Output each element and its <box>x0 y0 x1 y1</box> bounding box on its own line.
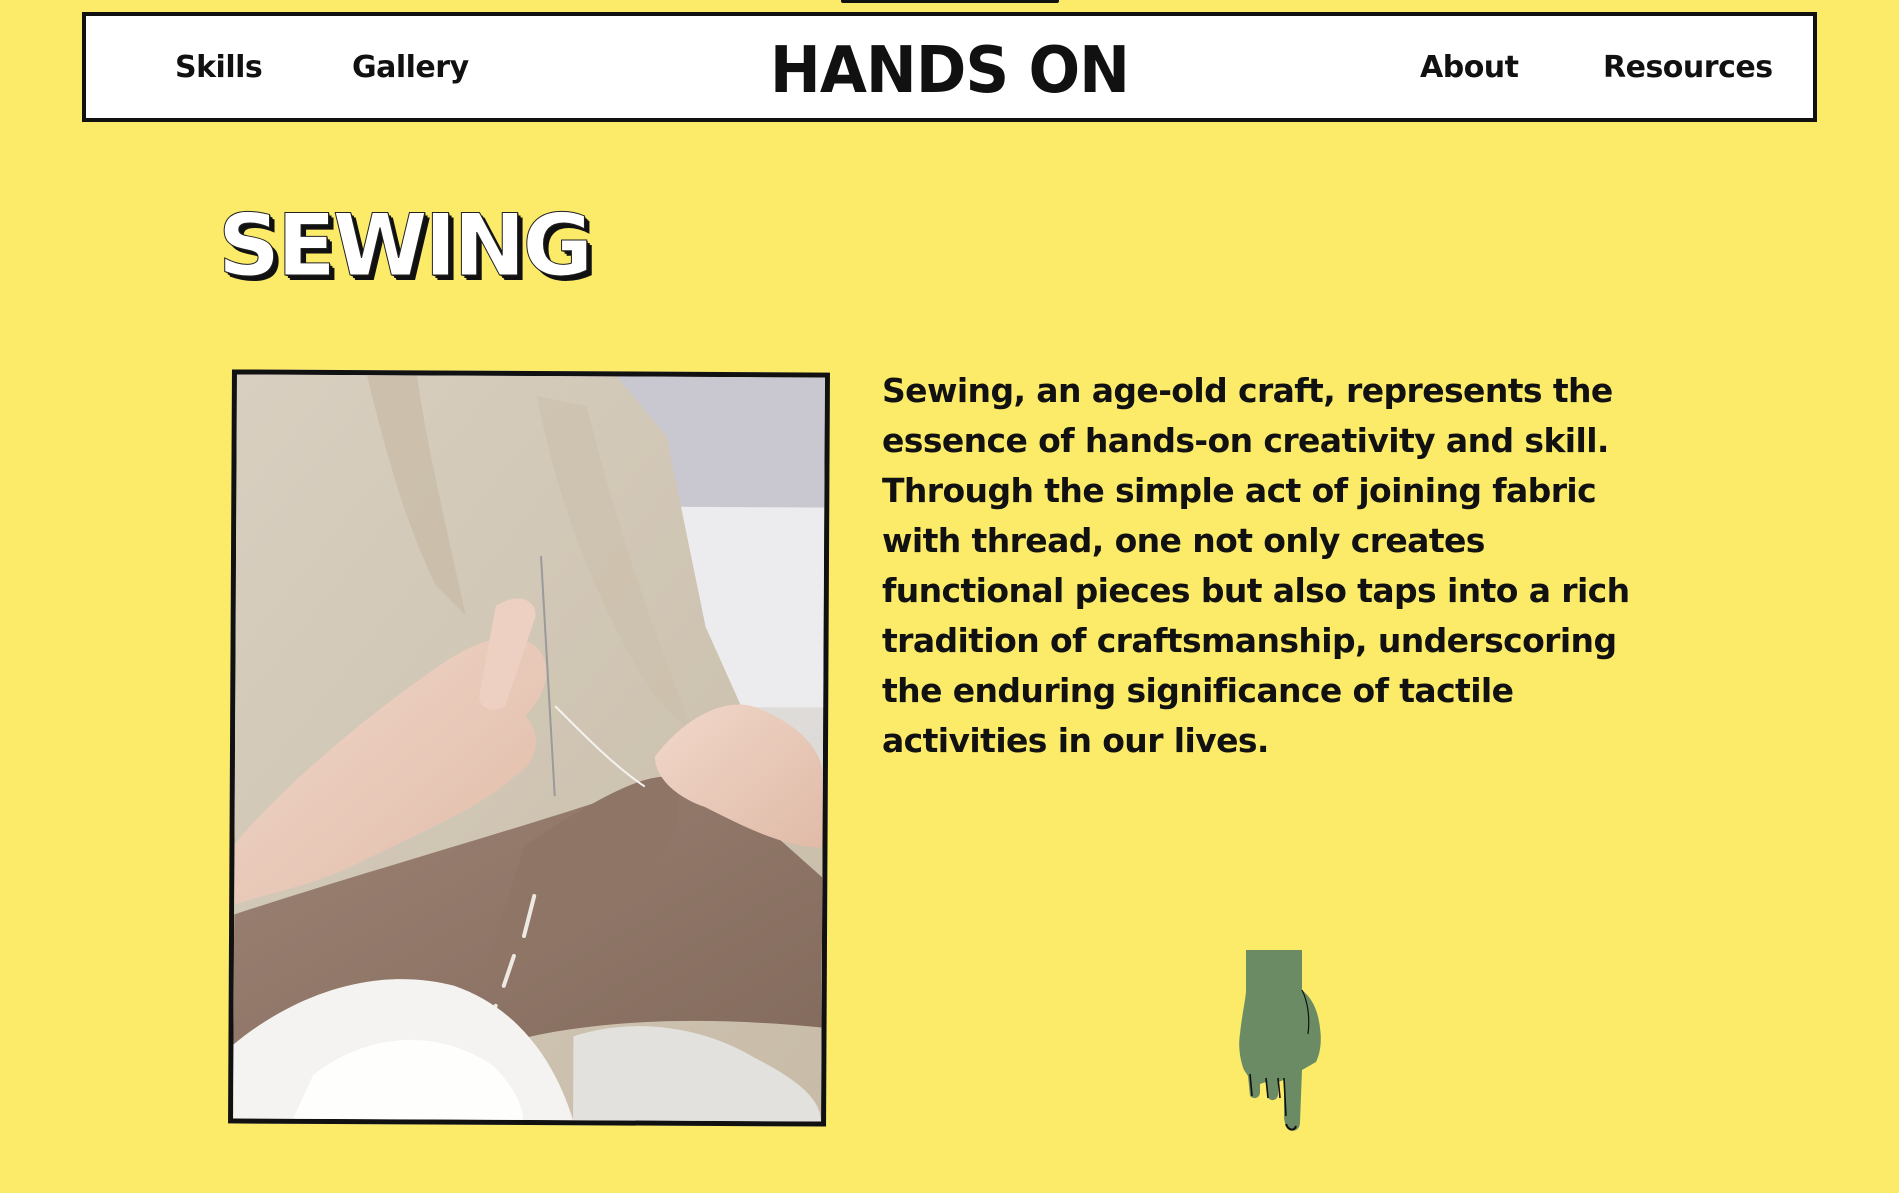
sewing-description: Sewing, an age-old craft, represents the… <box>882 371 1630 760</box>
top-navigation-bar: Skills Gallery HANDS ON About Resources <box>82 12 1817 122</box>
pointing-hand-icon <box>1239 950 1321 1131</box>
page-title: SEWING <box>217 196 593 297</box>
sewing-photo <box>228 369 830 1127</box>
site-brand-logo[interactable]: HANDS ON <box>129 34 1770 108</box>
nav-link-resources[interactable]: Resources <box>1603 50 1773 85</box>
top-tab-indicator <box>841 0 1059 3</box>
sewing-photo-illustration <box>233 374 825 1122</box>
nav-link-about[interactable]: About <box>1420 50 1519 85</box>
